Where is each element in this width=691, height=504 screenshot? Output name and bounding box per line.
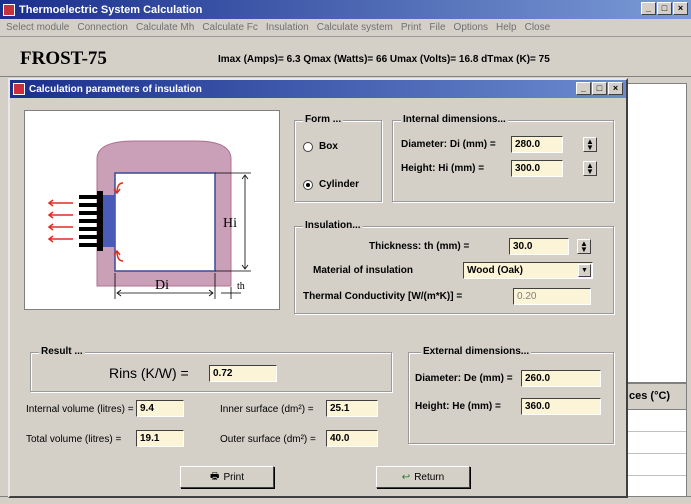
dialog-title-bar: Calculation parameters of insulation _ □… bbox=[10, 80, 626, 98]
rins-label: Rins (K/W) = bbox=[109, 365, 189, 381]
conductivity-value: 0.20 bbox=[513, 288, 591, 305]
menu-options[interactable]: Options bbox=[450, 22, 492, 33]
maximize-button[interactable]: □ bbox=[657, 2, 672, 15]
insulation-diagram: Hi Di th bbox=[24, 110, 280, 310]
total-volume-value: 19.1 bbox=[136, 430, 184, 447]
diagram-label-th: th bbox=[237, 281, 245, 292]
inner-surface-value: 25.1 bbox=[326, 400, 378, 417]
material-select-value: Wood (Oak) bbox=[467, 265, 523, 276]
cylinder-cross-section: Hi Di th bbox=[47, 140, 251, 299]
internal-dimensions-group: Internal dimensions... Diameter: Di (mm)… bbox=[392, 114, 614, 202]
dialog-minimize-button[interactable]: _ bbox=[576, 82, 591, 95]
form-group-label: Form ... bbox=[303, 114, 344, 125]
background-panel bbox=[624, 83, 687, 383]
menu-close[interactable]: Close bbox=[521, 22, 555, 33]
menu-calculate-system[interactable]: Calculate system bbox=[313, 22, 397, 33]
table-row bbox=[625, 454, 686, 476]
minimize-button[interactable]: _ bbox=[641, 2, 656, 15]
external-diameter-label: Diameter: De (mm) = bbox=[415, 373, 513, 384]
internal-height-input[interactable]: 300.0 bbox=[511, 160, 563, 177]
return-button[interactable]: ↩ Return bbox=[376, 466, 470, 488]
internal-dimensions-label: Internal dimensions... bbox=[401, 114, 508, 125]
thickness-label: Thickness: th (mm) = bbox=[369, 241, 470, 252]
return-button-label: Return bbox=[414, 471, 445, 483]
menu-bar: Select module Connection Calculate Mh Ca… bbox=[0, 19, 691, 37]
result-group-label: Result ... bbox=[39, 346, 85, 357]
menu-connection[interactable]: Connection bbox=[73, 22, 132, 33]
insulation-group-label: Insulation... bbox=[303, 220, 363, 231]
return-arrow-icon: ↩ bbox=[401, 471, 411, 483]
menu-calculate-mh[interactable]: Calculate Mh bbox=[132, 22, 198, 33]
external-dimensions-group: External dimensions... Diameter: De (mm)… bbox=[408, 346, 614, 444]
conductivity-label: Thermal Conductivity [W/(m*K)] = bbox=[303, 291, 463, 302]
module-model: FROST-75 bbox=[20, 48, 107, 69]
insulation-group: Insulation... Thickness: th (mm) = 30.0 … bbox=[294, 220, 614, 314]
module-parameters: Imax (Amps)= 6.3 Qmax (Watts)= 66 Umax (… bbox=[218, 54, 550, 65]
external-height-label: Height: He (mm) = bbox=[415, 401, 501, 412]
outer-surface-value: 40.0 bbox=[326, 430, 378, 447]
thickness-input[interactable]: 30.0 bbox=[509, 238, 569, 255]
internal-diameter-label: Diameter: Di (mm) = bbox=[401, 139, 496, 150]
radio-cylinder-indicator[interactable] bbox=[303, 179, 313, 190]
internal-volume-label: Internal volume (litres) = bbox=[26, 404, 134, 415]
background-table: ces (°C) bbox=[624, 383, 687, 498]
menu-select-module[interactable]: Select module bbox=[2, 22, 73, 33]
table-header: ces (°C) bbox=[625, 384, 686, 410]
close-button[interactable]: × bbox=[673, 2, 688, 15]
diagram-label-hi: Hi bbox=[223, 216, 237, 231]
external-dimensions-label: External dimensions... bbox=[421, 346, 532, 357]
menu-print[interactable]: Print bbox=[397, 22, 426, 33]
dialog-close-button[interactable]: × bbox=[608, 82, 623, 95]
thickness-spinner[interactable]: ▲ ▼ bbox=[577, 239, 591, 254]
outer-surface-label: Outer surface (dm²) = bbox=[220, 434, 316, 445]
dialog-icon bbox=[13, 83, 25, 95]
radio-box[interactable]: Box bbox=[303, 141, 338, 152]
chevron-down-icon[interactable]: ▼ bbox=[578, 264, 591, 277]
form-group: Form ... Box Cylinder bbox=[294, 114, 382, 202]
material-label: Material of insulation bbox=[313, 265, 414, 276]
total-volume-label: Total volume (litres) = bbox=[26, 434, 122, 445]
menu-file[interactable]: File bbox=[425, 22, 449, 33]
printer-icon: 🖶 bbox=[209, 470, 220, 482]
radio-cylinder[interactable]: Cylinder bbox=[303, 179, 359, 190]
menu-help[interactable]: Help bbox=[492, 22, 521, 33]
app-title: Thermoelectric System Calculation bbox=[19, 3, 203, 16]
internal-diameter-input[interactable]: 280.0 bbox=[511, 136, 563, 153]
internal-height-label: Height: Hi (mm) = bbox=[401, 163, 485, 174]
internal-diameter-spinner[interactable]: ▲ ▼ bbox=[583, 137, 597, 152]
radio-box-indicator[interactable] bbox=[303, 141, 313, 152]
app-title-bar: Thermoelectric System Calculation _ □ × bbox=[0, 0, 691, 19]
material-select[interactable]: Wood (Oak) ▼ bbox=[463, 262, 593, 279]
dialog-title: Calculation parameters of insulation bbox=[29, 83, 202, 95]
radio-box-label: Box bbox=[319, 141, 338, 152]
print-button-label: Print bbox=[223, 471, 244, 483]
internal-volume-value: 9.4 bbox=[136, 400, 184, 417]
diagram-label-di: Di bbox=[155, 278, 169, 293]
menu-calculate-fc[interactable]: Calculate Fc bbox=[198, 22, 262, 33]
table-row bbox=[625, 410, 686, 432]
rins-value: 0.72 bbox=[209, 365, 277, 382]
external-diameter-value: 260.0 bbox=[521, 370, 601, 387]
menu-insulation[interactable]: Insulation bbox=[262, 22, 313, 33]
app-icon bbox=[3, 3, 15, 16]
radio-cylinder-label: Cylinder bbox=[319, 179, 360, 190]
external-height-value: 360.0 bbox=[521, 398, 601, 415]
table-row bbox=[625, 432, 686, 454]
print-button[interactable]: 🖶 Print bbox=[180, 466, 274, 488]
insulation-dialog: Calculation parameters of insulation _ □… bbox=[8, 78, 628, 498]
result-group: Result ... Rins (K/W) = 0.72 bbox=[30, 346, 392, 392]
inner-surface-label: Inner surface (dm²) = bbox=[220, 404, 314, 415]
internal-height-spinner[interactable]: ▲ ▼ bbox=[583, 161, 597, 176]
dialog-maximize-button[interactable]: □ bbox=[592, 82, 607, 95]
